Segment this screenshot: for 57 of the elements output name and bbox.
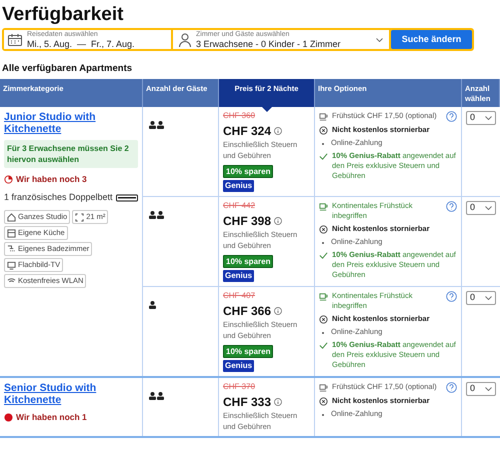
info-icon <box>274 127 282 135</box>
help-icon[interactable] <box>446 111 457 122</box>
chevron-down-icon <box>485 206 492 210</box>
stove-icon <box>7 228 16 238</box>
original-price: CHF 407 <box>223 291 256 301</box>
section-title: Alle verfügbaren Apartments <box>2 63 134 75</box>
notice-box: Für 3 Erwachsene müssen Sie 2 hiervon auswählen <box>4 140 138 168</box>
quantity-select[interactable]: 0 <box>466 201 496 215</box>
original-price: CHF 442 <box>223 201 256 211</box>
help-icon[interactable] <box>446 201 457 212</box>
quantity-select[interactable]: 0 <box>466 111 496 125</box>
page-title: Verfügbarkeit <box>2 3 124 27</box>
chevron-down-icon <box>485 296 492 300</box>
expand-icon <box>75 212 84 222</box>
check-icon <box>319 251 328 260</box>
price: CHF 366 <box>223 304 272 318</box>
room-name-link[interactable]: Junior Studio with Kitchenette <box>4 111 138 135</box>
chevron-down-icon <box>485 387 492 391</box>
cup-icon <box>319 292 328 301</box>
price: CHF 333 <box>223 395 272 409</box>
original-price: CHF 370 <box>223 382 256 392</box>
house-icon <box>7 212 16 222</box>
info-icon <box>274 398 282 406</box>
bed-icon <box>116 194 138 202</box>
tv-icon <box>7 260 16 270</box>
chevron-down-icon <box>485 116 492 120</box>
cancel-icon <box>319 126 328 135</box>
price: CHF 324 <box>223 124 272 138</box>
cup-icon <box>319 202 328 211</box>
cancel-icon <box>319 225 328 234</box>
shower-icon <box>7 244 16 254</box>
availability-note: Wir haben noch 1 <box>16 411 87 424</box>
discount-badge: 10% sparen <box>223 255 274 268</box>
genius-badge: Genius <box>223 180 254 192</box>
original-price: CHF 360 <box>223 111 256 121</box>
cup-icon <box>319 383 328 392</box>
cancel-icon <box>319 397 328 406</box>
cup-icon <box>319 112 328 121</box>
availability-note: Wir haben noch 3 <box>16 173 87 186</box>
bed-info: 1 französisches Doppelbett <box>4 190 113 204</box>
info-icon <box>274 217 282 225</box>
help-icon[interactable] <box>446 382 457 393</box>
discount-badge: 10% sparen <box>223 165 274 178</box>
genius-badge: Genius <box>223 270 254 282</box>
room-name-link[interactable]: Senior Studio with Kitchenette <box>4 382 138 406</box>
clock-icon <box>4 174 13 184</box>
info-icon <box>274 307 282 315</box>
quantity-select[interactable]: 0 <box>466 291 496 305</box>
price: CHF 398 <box>223 214 272 228</box>
alert-dot-icon <box>4 412 13 422</box>
check-icon <box>319 152 328 161</box>
check-icon <box>319 341 328 350</box>
discount-badge: 10% sparen <box>223 345 274 358</box>
quantity-select[interactable]: 0 <box>466 382 496 396</box>
help-icon[interactable] <box>446 291 457 302</box>
genius-badge: Genius <box>223 360 254 372</box>
cancel-icon <box>319 315 328 324</box>
